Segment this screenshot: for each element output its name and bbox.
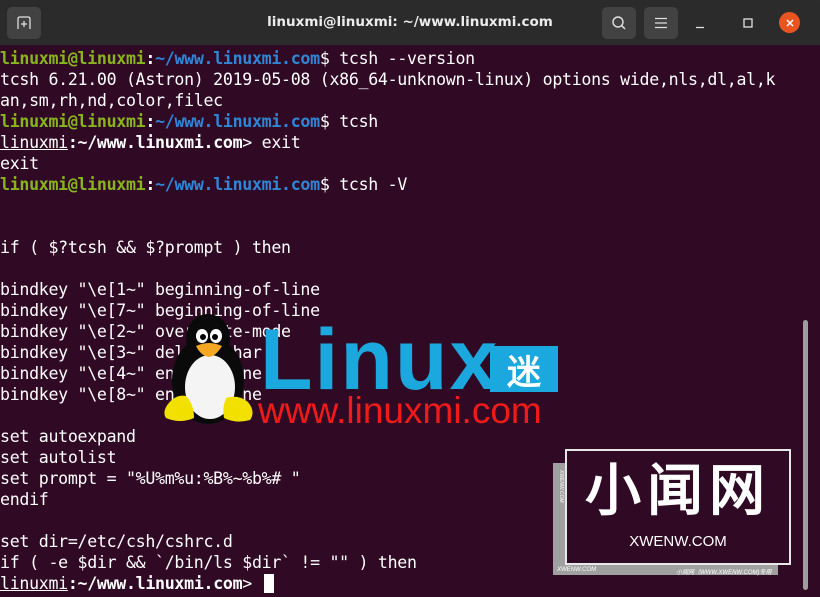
linuxmi-logo-cn: 迷 bbox=[490, 346, 558, 393]
scrollbar-thumb[interactable] bbox=[803, 320, 808, 590]
tcsh-prompt-path: :~/www.linuxmi.com bbox=[67, 133, 243, 152]
prompt-symbol: $ bbox=[319, 175, 330, 194]
output-text: set autoexpand bbox=[0, 427, 136, 446]
tux-penguin-icon bbox=[164, 314, 253, 424]
prompt-path: ~/www.linuxmi.com bbox=[155, 175, 320, 194]
prompt-path: ~/www.linuxmi.com bbox=[155, 49, 320, 68]
maximize-button[interactable] bbox=[734, 9, 762, 37]
close-icon bbox=[785, 18, 794, 27]
xwenw-url: XWENW.COM bbox=[629, 533, 727, 550]
close-button[interactable] bbox=[779, 12, 800, 33]
terminal-line: linuxmi@linuxmi:~/www.linuxmi.com$ tcsh … bbox=[0, 48, 775, 69]
search-button[interactable] bbox=[602, 7, 636, 39]
command-text bbox=[252, 574, 262, 593]
xwenw-side-text: XWENW.COM bbox=[558, 470, 564, 503]
output-text: set dir=/etc/csh/cshrc.d bbox=[0, 532, 233, 551]
linuxmi-logo-text: Linux bbox=[260, 312, 500, 408]
tcsh-prompt-user: linuxmi bbox=[0, 574, 68, 593]
output-text: set prompt = "%U%m%u:%B%~%b%# " bbox=[0, 469, 301, 488]
prompt-user-host: linuxmi@linuxmi bbox=[0, 112, 146, 131]
title-bar: linuxmi@linuxmi: ~/www.linuxmi.com bbox=[0, 0, 820, 45]
text-cursor bbox=[263, 574, 274, 593]
output-text: if ( $?tcsh && $?prompt ) then bbox=[0, 238, 291, 257]
terminal-line: bindkey "\e[1~" beginning-of-line bbox=[0, 279, 775, 300]
terminal-line: if ( $?tcsh && $?prompt ) then bbox=[0, 237, 775, 258]
output-text: an,sm,rh,nd,color,filec bbox=[0, 91, 223, 110]
command-text: tcsh bbox=[329, 112, 378, 131]
output-text: if ( -e $dir && `/bin/ls $dir` != "" ) t… bbox=[0, 553, 417, 572]
terminal-line: linuxmi@linuxmi:~/www.linuxmi.com$ tcsh … bbox=[0, 174, 775, 195]
prompt-symbol: $ bbox=[319, 112, 330, 131]
linuxmi-url: www.linuxmi.com bbox=[258, 390, 542, 431]
output-text: set autolist bbox=[0, 448, 117, 467]
terminal-line: linuxmi@linuxmi:~/www.linuxmi.com$ tcsh bbox=[0, 111, 775, 132]
minimize-button[interactable] bbox=[686, 9, 714, 37]
xwenw-footer-left: XWENW.COM bbox=[557, 567, 597, 573]
terminal-line: exit bbox=[0, 153, 775, 174]
prompt-user-host: linuxmi@linuxmi bbox=[0, 175, 146, 194]
command-text: tcsh --version bbox=[329, 49, 475, 68]
terminal-line: linuxmi:~/www.linuxmi.com> exit bbox=[0, 132, 775, 153]
terminal-line: tcsh 6.21.00 (Astron) 2019-05-08 (x86_64… bbox=[0, 69, 776, 90]
prompt-separator: : bbox=[145, 112, 156, 131]
tcsh-prompt-path: :~/www.linuxmi.com bbox=[67, 574, 243, 593]
prompt-separator: : bbox=[145, 175, 156, 194]
minimize-icon bbox=[696, 26, 704, 29]
xwenw-title: 小闻网 bbox=[585, 459, 771, 524]
output-text: bindkey "\e[1~" beginning-of-line bbox=[0, 280, 320, 299]
tcsh-prompt-user: linuxmi bbox=[0, 133, 68, 152]
xwenw-badge: 小闻网 XWENW.COM bbox=[565, 449, 791, 565]
terminal-line: linuxmi:~/www.linuxmi.com> bbox=[0, 573, 775, 594]
tcsh-prompt-symbol: > bbox=[242, 574, 252, 593]
command-text: tcsh -V bbox=[329, 175, 408, 194]
prompt-symbol: $ bbox=[319, 49, 330, 68]
output-text: tcsh 6.21.00 (Astron) 2019-05-08 (x86_64… bbox=[0, 70, 776, 89]
output-text: endif bbox=[0, 490, 49, 509]
prompt-path: ~/www.linuxmi.com bbox=[155, 112, 320, 131]
menu-button[interactable] bbox=[644, 7, 678, 39]
xwenw-footer-right: 小闻网（WWW.XWENW.COM)专用 bbox=[676, 570, 772, 576]
output-text: exit bbox=[0, 154, 39, 173]
hamburger-menu-icon bbox=[655, 17, 667, 29]
command-text: exit bbox=[251, 133, 301, 152]
maximize-icon bbox=[743, 18, 753, 28]
search-icon bbox=[612, 16, 626, 30]
prompt-separator: : bbox=[145, 49, 156, 68]
tcsh-prompt-symbol: > bbox=[242, 133, 252, 152]
prompt-user-host: linuxmi@linuxmi bbox=[0, 49, 146, 68]
terminal-line: an,sm,rh,nd,color,filec bbox=[0, 90, 775, 111]
